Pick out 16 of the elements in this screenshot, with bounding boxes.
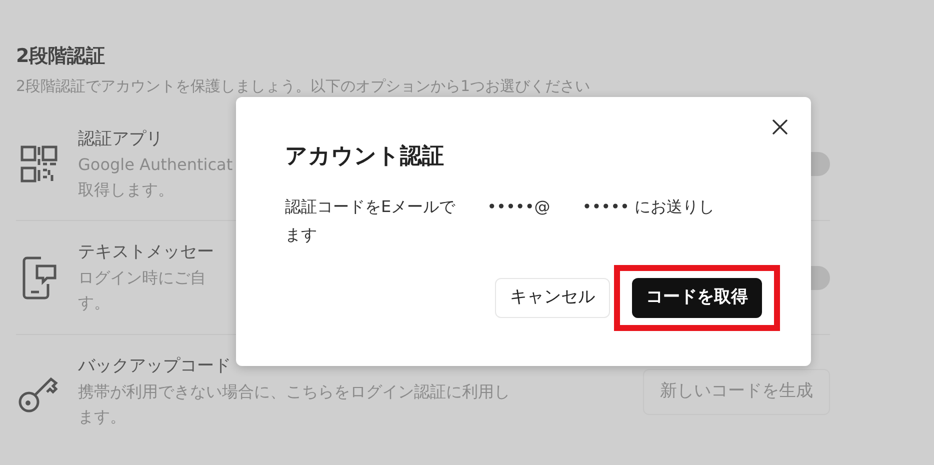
dialog-title: アカウント認証 bbox=[285, 143, 445, 171]
method-title: テキストメッセー bbox=[78, 241, 214, 264]
method-description: Google Authenticat bbox=[78, 154, 233, 176]
qr-code-icon bbox=[19, 144, 59, 184]
section-title: 2段階認証 bbox=[16, 44, 106, 69]
method-description: 携帯が利用できない場合に、こちらをログイン認証に利用し bbox=[78, 381, 510, 403]
section-description: 2段階認証でアカウントを保護しましょう。以下のオプションから1つお選びください bbox=[16, 76, 592, 96]
method-description: ログイン時にご自 bbox=[78, 267, 206, 289]
method-description: す。 bbox=[78, 292, 110, 314]
dialog-message: 認証コードをEメールで •••••@ ••••• にお送りします bbox=[285, 196, 716, 246]
cancel-button[interactable]: キャンセル bbox=[495, 278, 610, 318]
method-description: 取得します。 bbox=[78, 178, 174, 200]
method-title: 認証アプリ bbox=[78, 128, 163, 150]
get-code-button[interactable]: コードを取得 bbox=[632, 278, 762, 318]
method-description: ます。 bbox=[78, 406, 126, 428]
method-title: バックアップコード bbox=[78, 355, 231, 378]
